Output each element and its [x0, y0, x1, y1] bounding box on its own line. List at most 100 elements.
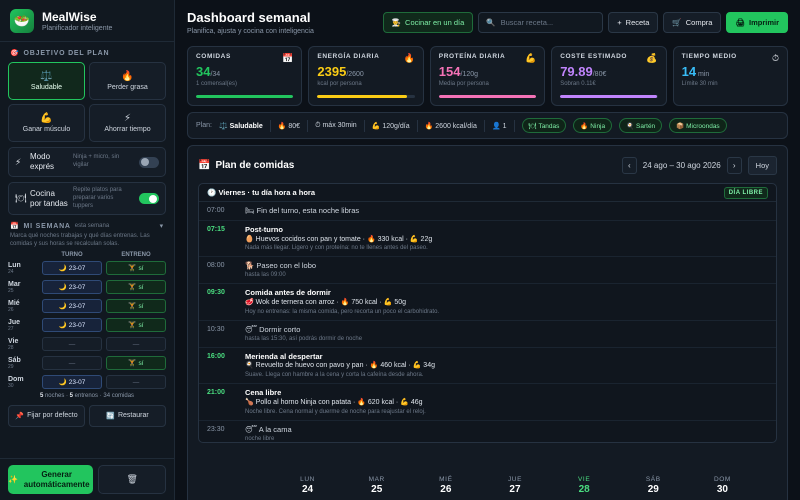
- timeline-event[interactable]: 21:00 Cena libre 🍗 Pollo al horno Ninja …: [199, 384, 776, 421]
- stat-label: ENERGÍA DIARIA: [317, 53, 380, 60]
- generate-button[interactable]: ✨ Generar automáticamente: [8, 465, 94, 494]
- week-section-header[interactable]: 📅 MI SEMANA esta semana ▾: [0, 222, 174, 231]
- training-toggle[interactable]: 🏋 sí: [106, 299, 166, 314]
- week-day-jue[interactable]: JUE 27: [480, 476, 549, 500]
- next-week-button[interactable]: ›: [726, 156, 742, 174]
- dumbbell-icon: 🏋: [128, 265, 137, 273]
- stat-progress-bar: [196, 95, 294, 98]
- event-time: 08:00: [207, 262, 225, 270]
- week-table: TURNO ENTRENO Lun 24 🌙 23-07 🏋 sí Mar 25 🌙 23…: [0, 249, 174, 399]
- new-recipe-button[interactable]: + Receta: [608, 12, 659, 33]
- calendar-icon: 📅: [282, 53, 294, 63]
- moon-icon: 🌙: [58, 303, 67, 311]
- timeline-event[interactable]: 07:00 🛏 Fin del turno, esta noche libras: [199, 202, 776, 221]
- header: Dashboard semanal Planifica, ajusta y co…: [187, 8, 788, 44]
- week-day-dom[interactable]: DOM 30: [688, 476, 757, 500]
- timeline-event[interactable]: 16:00 Merienda al despertar 🍳 Revuelto d…: [199, 348, 776, 385]
- dish-icon: 🍽: [15, 193, 27, 204]
- shift-toggle[interactable]: 🌙 23-07: [42, 261, 102, 276]
- timeline-event[interactable]: 23:30 😴 A la cama noche libre: [199, 421, 776, 442]
- plan-diners: 👤 1: [491, 122, 507, 130]
- timeline-event[interactable]: 10:30 😴 Dormir corto hasta las 15:30, as…: [199, 321, 776, 348]
- event-title: Cena libre: [245, 388, 282, 398]
- shift-toggle[interactable]: —: [42, 337, 102, 352]
- shift-toggle[interactable]: 🌙 23-07: [42, 375, 102, 390]
- printer-icon: 🖨: [735, 18, 745, 27]
- today-button[interactable]: Hoy: [747, 155, 777, 175]
- stat-card-time: TIEMPO MEDIO ⏱ 14 min Límite 30 min: [672, 46, 788, 106]
- print-button[interactable]: 🖨 Imprimir: [726, 12, 788, 33]
- event-title: Merienda al despertar: [245, 351, 323, 361]
- clear-plan-button[interactable]: 🗑: [98, 465, 166, 494]
- day-timeline: 🕐 Viernes · tu día hora a hora DÍA LIBRE…: [198, 183, 777, 443]
- batch-cooking-toggle[interactable]: [139, 193, 159, 205]
- day-label: Dom 30: [8, 375, 24, 389]
- event-meal: 🥩 Wok de ternera con arroz · 🔥 750 kcal …: [245, 298, 407, 306]
- search-input[interactable]: [500, 18, 596, 27]
- chef-icon: 👨‍🍳: [391, 18, 402, 27]
- goal-ahorrar-tiempo-button[interactable]: ⚡ Ahorrar tiempo: [89, 104, 166, 142]
- shift-toggle[interactable]: 🌙 23-07: [42, 318, 102, 333]
- training-toggle[interactable]: —: [106, 337, 166, 352]
- week-day-vie[interactable]: VIE 28: [550, 476, 619, 500]
- meal-plan-header: 📅 Plan de comidas ‹ 24 ago – 30 ago 2026…: [198, 154, 777, 176]
- header-actions: 👨‍🍳Cocinar en un día 🔍 +Receta 🛒Compra 🖨…: [382, 12, 788, 33]
- moon-icon: 🌙: [58, 322, 67, 330]
- prev-week-button[interactable]: ‹: [621, 156, 637, 174]
- stat-card-cost: COSTE ESTIMADO 💰 79.89/80€ Sobran 0.11€: [551, 46, 667, 106]
- training-toggle[interactable]: 🏋 sí: [106, 280, 166, 295]
- week-day-mie[interactable]: MIÉ 26: [411, 476, 480, 500]
- moon-icon: 🌙: [58, 284, 67, 292]
- training-toggle[interactable]: 🏋 sí: [106, 318, 166, 333]
- timeline-event[interactable]: 07:15 Post-turno 🥚 Huevos cocidos con pa…: [199, 221, 776, 258]
- event-title: 🐕 Paseo con el lobo: [245, 261, 317, 271]
- event-note: Suave. Llega con hambre a la cena y cort…: [245, 372, 424, 379]
- goal-saludable-button[interactable]: ⚖️ Saludable: [8, 62, 85, 100]
- stat-progress-fill: [438, 95, 537, 98]
- cook-in-one-day-button[interactable]: 👨‍🍳 Cocinar en un día: [382, 12, 474, 33]
- goal-ganar-musculo-button[interactable]: 💪 Ganar músculo: [8, 104, 85, 142]
- timeline-event[interactable]: 08:00 🐕 Paseo con el lobo hasta las 09:0…: [199, 257, 776, 285]
- day-timeline-header: 🕐 Viernes · tu día hora a hora DÍA LIBRE: [199, 184, 776, 202]
- tag-sarten: 🍳 Sartén: [619, 118, 663, 133]
- event-time: 10:30: [207, 325, 225, 333]
- shift-toggle[interactable]: —: [42, 356, 102, 371]
- goal-perder-grasa-button[interactable]: 🔥 Perder grasa: [89, 62, 166, 100]
- training-toggle[interactable]: 🏋 sí: [106, 356, 166, 371]
- sidebar-footer: ✨ Generar automáticamente 🗑: [0, 458, 174, 500]
- stat-progress-fill: [196, 95, 294, 98]
- express-mode-desc: Ninja + micro, sin vigilar: [73, 154, 120, 168]
- chevron-left-icon: ‹: [627, 160, 631, 170]
- stat-value: 14 min: [681, 64, 710, 79]
- event-note: Hoy no entrenas: la misma comida, pero r…: [245, 308, 440, 315]
- date-range: 24 ago – 30 ago 2026: [642, 160, 721, 170]
- week-hint: Marca qué noches trabajas y qué días ent…: [10, 233, 150, 248]
- shift-toggle[interactable]: 🌙 23-07: [42, 299, 102, 314]
- training-toggle[interactable]: 🏋 sí: [106, 261, 166, 276]
- search-icon: 🔍: [486, 18, 496, 27]
- training-toggle[interactable]: —: [106, 375, 166, 390]
- week-day-lun[interactable]: LUN 24: [273, 476, 342, 500]
- stat-progress-bar: [438, 95, 537, 98]
- dumbbell-icon: 🏋: [128, 360, 137, 368]
- goal-label: Ganar músculo: [22, 126, 71, 133]
- stat-card-meals: COMIDAS 📅 34/34 1 comensal(es): [187, 46, 303, 106]
- app-logo-icon: 🥗: [10, 9, 34, 33]
- plus-icon: +: [617, 18, 622, 27]
- week-day-sab[interactable]: SÁB 29: [619, 476, 688, 500]
- express-mode-toggle[interactable]: [139, 156, 159, 168]
- batch-cooking-label: Cocina por tandas: [30, 188, 68, 208]
- event-time: 09:30: [207, 289, 225, 297]
- dumbbell-icon: 🏋: [128, 322, 137, 330]
- shopping-button[interactable]: 🛒 Compra: [663, 12, 722, 33]
- pin-default-button[interactable]: 📌 Fijar por defecto: [8, 404, 85, 427]
- day-label: Jue 27: [8, 318, 21, 332]
- stat-value: 79.89/80€: [560, 64, 607, 79]
- week-day-mar[interactable]: MAR 25: [342, 476, 411, 500]
- lightning-icon: ⚡: [123, 113, 132, 124]
- restore-button[interactable]: 🔄 Restaurar: [89, 404, 166, 427]
- stat-progress-fill: [317, 95, 407, 98]
- shift-toggle[interactable]: 🌙 23-07: [42, 280, 102, 295]
- stat-sub: Sobran 0.11€: [560, 81, 596, 87]
- timeline-event[interactable]: 09:30 Comida antes de dormir 🥩 Wok de te…: [199, 284, 776, 321]
